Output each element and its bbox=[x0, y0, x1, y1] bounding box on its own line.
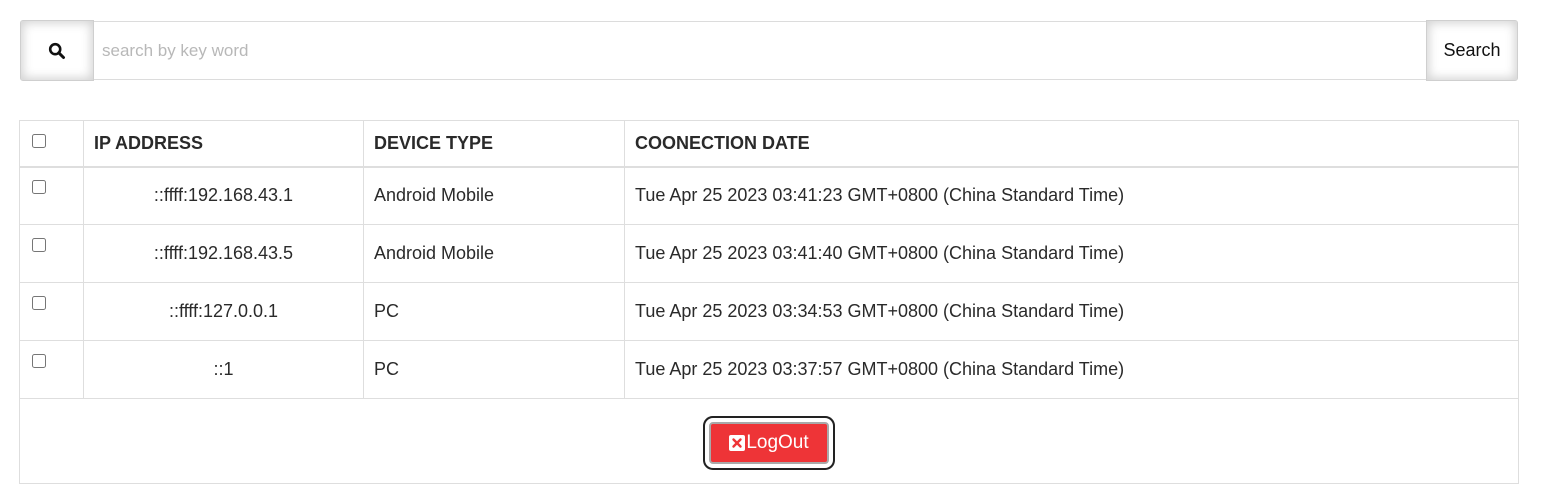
row-select-cell bbox=[19, 282, 84, 341]
connection-date-cell: Tue Apr 25 2023 03:41:23 GMT+0800 (China… bbox=[624, 166, 1519, 225]
table-row: ::1 PC Tue Apr 25 2023 03:37:57 GMT+0800… bbox=[19, 340, 1519, 399]
table-row: ::ffff:192.168.43.5 Android Mobile Tue A… bbox=[19, 224, 1519, 283]
search-bar: Search bbox=[20, 20, 1518, 81]
logout-cell: LogOut bbox=[19, 398, 1519, 484]
logout-row: LogOut bbox=[19, 398, 1519, 484]
row-checkbox[interactable] bbox=[32, 354, 46, 368]
table-row: ::ffff:192.168.43.1 Android Mobile Tue A… bbox=[19, 166, 1519, 225]
header-connection-date: COONECTION DATE bbox=[624, 120, 1519, 168]
ip-address-cell: ::ffff:192.168.43.5 bbox=[83, 224, 364, 283]
search-icon bbox=[48, 42, 65, 59]
search-icon-button[interactable] bbox=[20, 20, 94, 81]
connection-date-cell: Tue Apr 25 2023 03:37:57 GMT+0800 (China… bbox=[624, 340, 1519, 399]
search-button[interactable]: Search bbox=[1426, 20, 1518, 81]
row-checkbox[interactable] bbox=[32, 296, 46, 310]
ip-address-cell: ::ffff:127.0.0.1 bbox=[83, 282, 364, 341]
table-header-row: IP ADDRESS DEVICE TYPE COONECTION DATE bbox=[19, 120, 1519, 168]
connection-date-cell: Tue Apr 25 2023 03:34:53 GMT+0800 (China… bbox=[624, 282, 1519, 341]
device-type-cell: PC bbox=[363, 282, 625, 341]
connection-date-cell: Tue Apr 25 2023 03:41:40 GMT+0800 (China… bbox=[624, 224, 1519, 283]
device-type-cell: PC bbox=[363, 340, 625, 399]
page: Search IP ADDRESS DEVICE TYPE COONECTION… bbox=[0, 0, 1541, 494]
select-all-checkbox[interactable] bbox=[32, 133, 46, 148]
row-checkbox[interactable] bbox=[32, 238, 46, 252]
device-type-cell: Android Mobile bbox=[363, 224, 625, 283]
header-ip-address: IP ADDRESS bbox=[83, 120, 364, 168]
header-device-type: DEVICE TYPE bbox=[363, 120, 625, 168]
ip-address-cell: ::ffff:192.168.43.1 bbox=[83, 166, 364, 225]
search-input[interactable] bbox=[94, 21, 1426, 80]
select-all-cell bbox=[19, 120, 84, 168]
device-type-cell: Android Mobile bbox=[363, 166, 625, 225]
row-select-cell bbox=[19, 224, 84, 283]
row-select-cell bbox=[19, 340, 84, 399]
ip-address-cell: ::1 bbox=[83, 340, 364, 399]
logout-label: LogOut bbox=[746, 432, 809, 453]
row-select-cell bbox=[19, 166, 84, 225]
connections-table: IP ADDRESS DEVICE TYPE COONECTION DATE :… bbox=[19, 120, 1519, 484]
logout-button[interactable]: LogOut bbox=[709, 422, 829, 464]
table-row: ::ffff:127.0.0.1 PC Tue Apr 25 2023 03:3… bbox=[19, 282, 1519, 341]
row-checkbox[interactable] bbox=[32, 180, 46, 195]
close-icon bbox=[729, 435, 746, 451]
